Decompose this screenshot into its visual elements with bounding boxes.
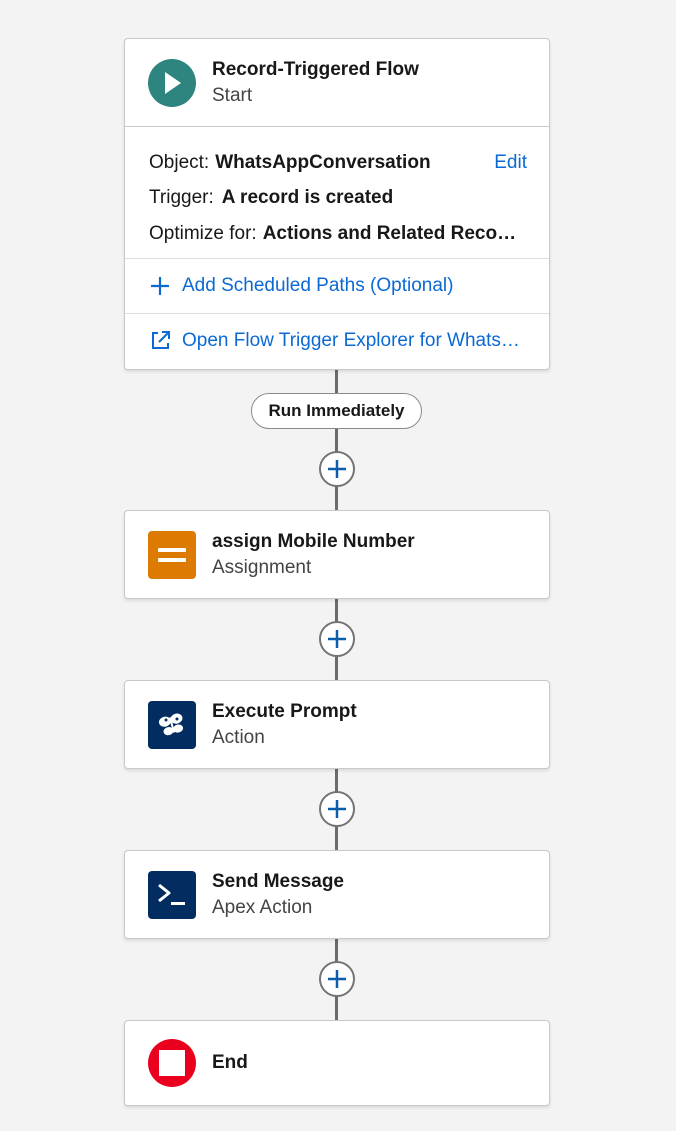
- plus-icon: [328, 800, 346, 818]
- end-title: End: [212, 1052, 248, 1073]
- object-row: Object: WhatsAppConversation Edit: [149, 145, 527, 181]
- optimize-value: Actions and Related Records: [262, 222, 517, 244]
- plus-icon: [328, 460, 346, 478]
- action-title: Execute Prompt: [212, 700, 357, 722]
- trigger-row: Trigger: A record is created: [149, 181, 527, 217]
- assignment-element-card[interactable]: assign Mobile Number Assignment: [124, 510, 550, 599]
- apex-icon: [148, 870, 196, 919]
- action-subtitle: Action: [212, 726, 265, 748]
- assignment-icon: [148, 530, 196, 579]
- stop-icon: [148, 1039, 196, 1087]
- add-element-button[interactable]: [319, 961, 355, 997]
- apex-action-title: Send Message: [212, 870, 344, 892]
- trigger-value: A record is created: [221, 187, 394, 209]
- start-title: Record-Triggered Flow: [212, 58, 419, 80]
- play-icon: [148, 58, 196, 107]
- start-subtitle: Start: [212, 84, 253, 106]
- add-scheduled-paths-link[interactable]: Add Scheduled Paths (Optional): [125, 259, 549, 313]
- add-scheduled-paths-label: Add Scheduled Paths (Optional): [182, 275, 454, 296]
- plus-icon: [328, 970, 346, 988]
- optimize-label: Optimize for:: [149, 222, 257, 244]
- plus-icon: [149, 275, 171, 297]
- assignment-subtitle: Assignment: [212, 556, 312, 578]
- apex-action-subtitle: Apex Action: [212, 896, 313, 918]
- open-trigger-explorer-link[interactable]: Open Flow Trigger Explorer for WhatsAppC…: [125, 313, 549, 367]
- plus-icon: [328, 630, 346, 648]
- edit-link[interactable]: Edit: [494, 151, 527, 175]
- open-trigger-explorer-label: Open Flow Trigger Explorer for WhatsAppC…: [182, 329, 522, 351]
- action-element-card[interactable]: Execute Prompt Action: [124, 680, 550, 769]
- add-element-button[interactable]: [319, 621, 355, 657]
- flow-canvas: Record-Triggered Flow Start Object: What…: [0, 0, 676, 1131]
- start-element-card[interactable]: Record-Triggered Flow Start Object: What…: [124, 38, 550, 370]
- run-immediately-path-label[interactable]: Run Immediately: [251, 393, 422, 429]
- apex-action-element-card[interactable]: Send Message Apex Action: [124, 850, 550, 939]
- object-value: WhatsAppConversation: [215, 151, 431, 173]
- add-element-button[interactable]: [319, 791, 355, 827]
- connector-line: [335, 370, 338, 393]
- end-element-card[interactable]: End: [124, 1020, 550, 1106]
- start-details: Object: WhatsAppConversation Edit Trigge…: [125, 127, 549, 259]
- butterfly-icon: [148, 700, 196, 749]
- assignment-title: assign Mobile Number: [212, 530, 415, 552]
- new-window-icon: [149, 330, 171, 352]
- add-element-button[interactable]: [319, 451, 355, 487]
- trigger-label: Trigger:: [149, 187, 214, 209]
- object-label: Object:: [149, 151, 210, 173]
- optimize-row: Optimize for: Actions and Related Record…: [149, 216, 527, 252]
- start-header[interactable]: Record-Triggered Flow Start: [125, 39, 549, 127]
